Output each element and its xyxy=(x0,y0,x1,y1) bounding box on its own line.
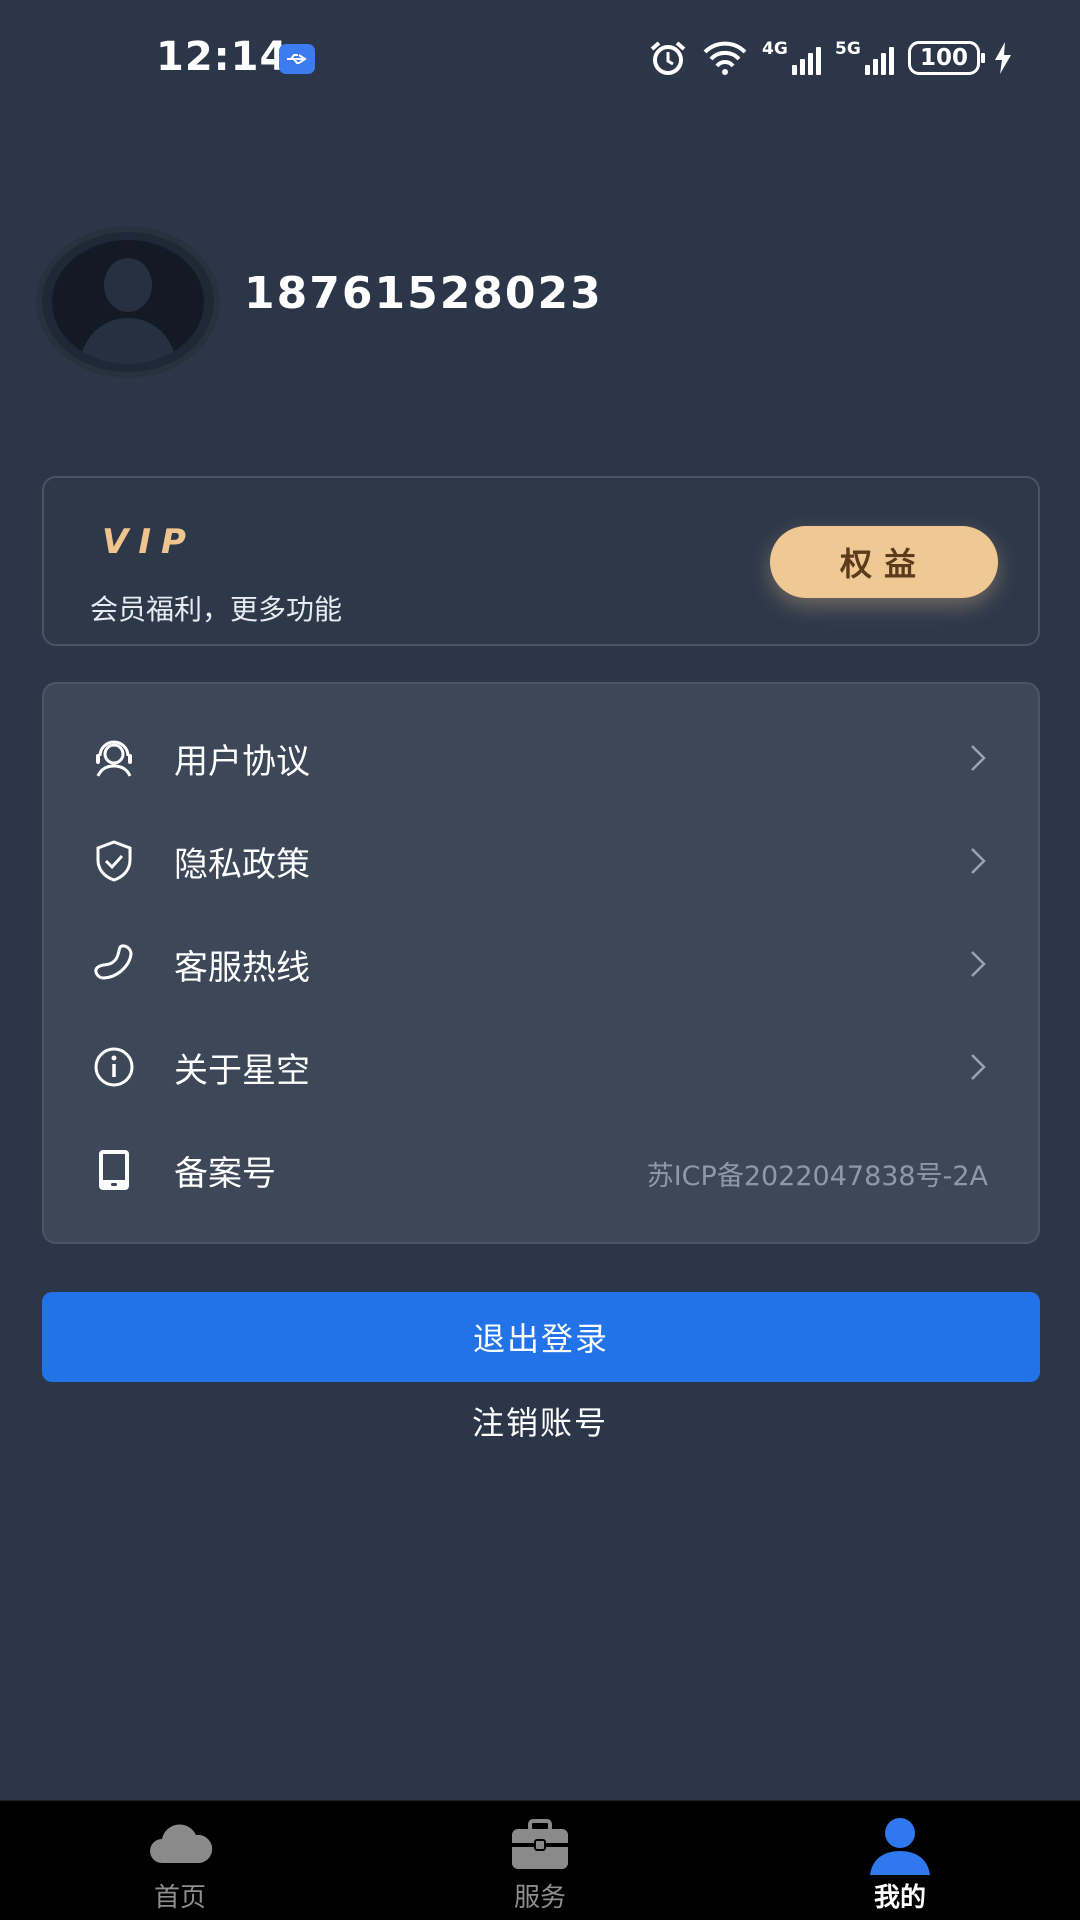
phone-icon xyxy=(94,944,133,980)
charging-icon xyxy=(995,42,1011,74)
user-icon xyxy=(870,1818,930,1875)
menu-item-label: 隐私政策 xyxy=(174,845,310,885)
settings-menu: 用户协议 隐私政策 客服热线 关于星空 备案号 苏ICP备2022047838号… xyxy=(42,682,1040,1244)
nav-label: 服务 xyxy=(513,1883,566,1913)
menu-item-label: 客服热线 xyxy=(174,948,310,988)
signal-5g-icon: 5G xyxy=(835,39,894,75)
tablet-icon xyxy=(99,1150,129,1190)
battery-icon: 100 xyxy=(908,41,985,75)
chevron-right-icon xyxy=(971,1054,986,1080)
nav-item-mine[interactable]: 我的 xyxy=(800,1801,1000,1920)
network-5g-label: 5G xyxy=(835,39,861,59)
nav-label: 我的 xyxy=(873,1883,926,1913)
profile-page: 12:14 4G 5G 100 18761528023 VIP 会员福利，更多功… xyxy=(0,0,1080,1920)
bottom-nav: 首页 服务 我的 xyxy=(0,1800,1080,1920)
nav-item-services[interactable]: 服务 xyxy=(440,1801,640,1920)
avatar-placeholder-icon xyxy=(52,240,204,364)
status-time: 12:14 xyxy=(156,34,289,80)
vip-subtitle: 会员福利，更多功能 xyxy=(90,593,343,626)
chevron-right-icon xyxy=(971,745,986,771)
chevron-right-icon xyxy=(971,848,986,874)
alarm-icon xyxy=(650,41,686,75)
vip-rights-button[interactable]: 权益 xyxy=(770,526,998,598)
menu-item-about[interactable]: 关于星空 xyxy=(44,1017,1042,1117)
info-icon xyxy=(94,1047,134,1087)
logout-button[interactable]: 退出登录 xyxy=(42,1292,1040,1382)
menu-item-label: 关于星空 xyxy=(174,1051,310,1091)
menu-item-user-agreement[interactable]: 用户协议 xyxy=(44,708,1042,808)
menu-item-label: 备案号 xyxy=(174,1154,276,1194)
network-4g-label: 4G xyxy=(762,39,788,59)
vip-card[interactable]: VIP 会员福利，更多功能 权益 xyxy=(42,476,1040,646)
menu-item-privacy-policy[interactable]: 隐私政策 xyxy=(44,811,1042,911)
headset-user-icon xyxy=(96,740,132,777)
briefcase-icon xyxy=(512,1819,568,1869)
chevron-right-icon xyxy=(971,951,986,977)
menu-item-label: 用户协议 xyxy=(174,742,310,782)
cloud-icon xyxy=(150,1824,213,1863)
icp-record-number: 苏ICP备2022047838号-2A xyxy=(646,1161,988,1192)
nav-label: 首页 xyxy=(153,1883,206,1913)
vip-logo: VIP xyxy=(102,522,196,562)
user-phone-number: 18761528023 xyxy=(244,268,603,319)
menu-item-service-hotline[interactable]: 客服热线 xyxy=(44,914,1042,1014)
wifi-icon xyxy=(703,41,747,75)
cancel-account-link[interactable]: 注销账号 xyxy=(0,1398,1080,1444)
status-bar: 12:14 4G 5G 100 xyxy=(0,0,1080,118)
status-icons: 4G 5G 100 xyxy=(648,38,1012,78)
nav-item-home[interactable]: 首页 xyxy=(80,1801,280,1920)
avatar[interactable] xyxy=(42,232,214,372)
signal-4g-icon: 4G xyxy=(762,39,821,75)
menu-item-icp-record: 备案号 苏ICP备2022047838号-2A xyxy=(44,1120,1042,1220)
shield-check-icon xyxy=(96,840,132,882)
usb-icon xyxy=(279,44,315,74)
